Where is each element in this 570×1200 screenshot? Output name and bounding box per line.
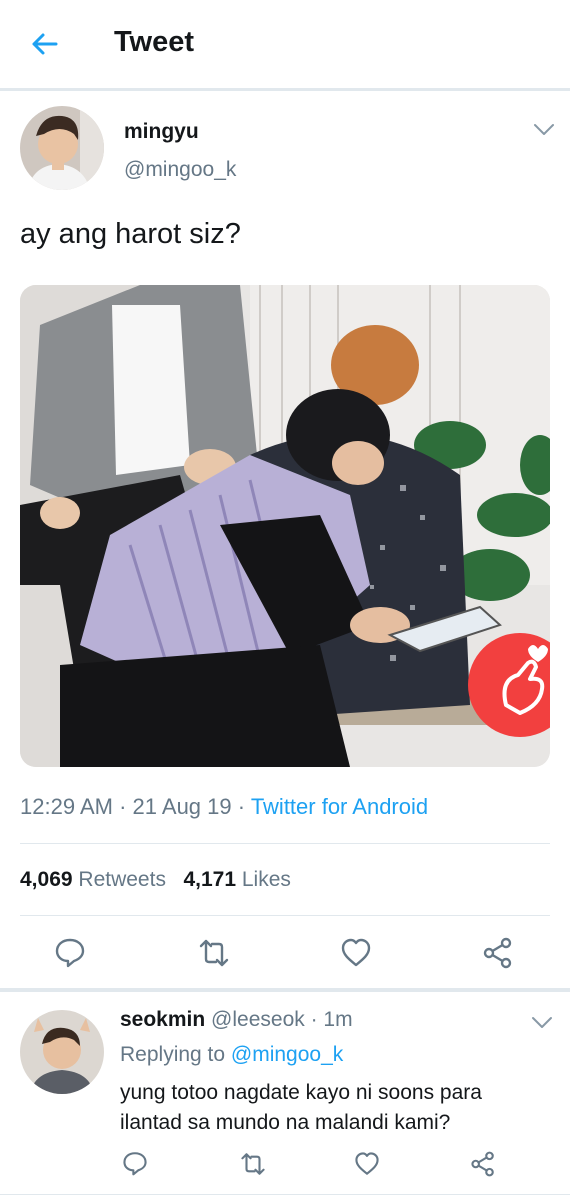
arrow-left-icon[interactable] (28, 28, 60, 60)
likes-count: 4,171 (183, 868, 237, 891)
reply-time: 1m (323, 1008, 353, 1031)
retweets-stat[interactable]: 4,069 Retweets (20, 868, 166, 891)
bottom-divider (0, 1194, 570, 1195)
tweet-meta: 12:29 AM · 21 Aug 19 · Twitter for Andro… (20, 794, 428, 820)
top-bar-divider (0, 88, 570, 91)
divider (20, 843, 550, 844)
chevron-down-icon[interactable] (533, 123, 555, 137)
comment-icon[interactable] (122, 1150, 148, 1176)
tweet-photo[interactable] (20, 285, 550, 767)
heart-icon[interactable] (354, 1151, 380, 1177)
meta-separator: · (237, 794, 251, 819)
retweet-icon[interactable] (198, 937, 230, 969)
heart-icon[interactable] (340, 937, 372, 969)
comment-icon[interactable] (54, 936, 86, 968)
tweet-stats: 4,069 Retweets 4,171 Likes (20, 868, 291, 892)
replying-label: Replying to (120, 1043, 226, 1066)
reply-header: seokmin @leeseok · 1m (120, 1008, 353, 1032)
likes-label: Likes (241, 868, 291, 891)
top-bar: Tweet (0, 0, 570, 88)
likes-stat[interactable]: 4,171 Likes (183, 868, 290, 891)
reply-author-name[interactable]: seokmin (120, 1008, 205, 1031)
avatar[interactable] (20, 106, 104, 190)
share-icon[interactable] (470, 1151, 496, 1177)
tweet-time: 12:29 AM (20, 794, 113, 819)
author-name[interactable]: mingyu (124, 120, 199, 144)
tweet-source-link[interactable]: Twitter for Android (251, 794, 428, 819)
meta-separator: · (119, 794, 133, 819)
reply-author-handle[interactable]: @leeseok (211, 1008, 305, 1031)
reply-avatar[interactable] (20, 1010, 104, 1094)
section-separator (0, 988, 570, 992)
page-title: Tweet (114, 26, 195, 58)
divider (20, 915, 550, 916)
tweet-date: 21 Aug 19 (132, 794, 232, 819)
replying-handle-link[interactable]: @mingoo_k (231, 1043, 343, 1066)
chevron-down-icon[interactable] (531, 1016, 553, 1030)
meta-separator: · (310, 1008, 324, 1031)
share-icon[interactable] (482, 937, 514, 969)
reply-text: yung totoo nagdate kayo ni soons para il… (120, 1081, 482, 1134)
tweet-text: ay ang harot siz? (20, 218, 241, 250)
replying-to: Replying to @mingoo_k (120, 1043, 343, 1067)
author-handle[interactable]: @mingoo_k (124, 158, 236, 182)
retweets-label: Retweets (78, 868, 166, 891)
retweets-count: 4,069 (20, 868, 73, 891)
retweet-icon[interactable] (240, 1151, 266, 1177)
